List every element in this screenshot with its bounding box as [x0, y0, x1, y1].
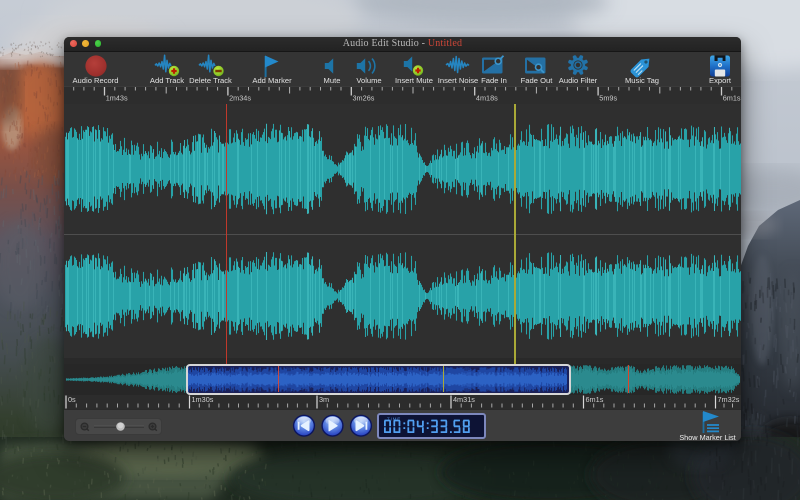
svg-text:1m43s: 1m43s [106, 94, 128, 103]
svg-text:4m31s: 4m31s [453, 395, 475, 404]
svg-text:5m9s: 5m9s [599, 94, 617, 103]
svg-text:3m: 3m [319, 395, 329, 404]
svg-text:7m32s: 7m32s [718, 395, 740, 404]
svg-text:4m18s: 4m18s [476, 94, 498, 103]
svg-text:6m1s: 6m1s [586, 395, 604, 404]
svg-text:0s: 0s [68, 395, 76, 404]
svg-text:3m26s: 3m26s [353, 94, 375, 103]
svg-text:6m1s: 6m1s [723, 94, 741, 103]
svg-text:2m34s: 2m34s [229, 94, 251, 103]
svg-text:1m30s: 1m30s [192, 395, 214, 404]
